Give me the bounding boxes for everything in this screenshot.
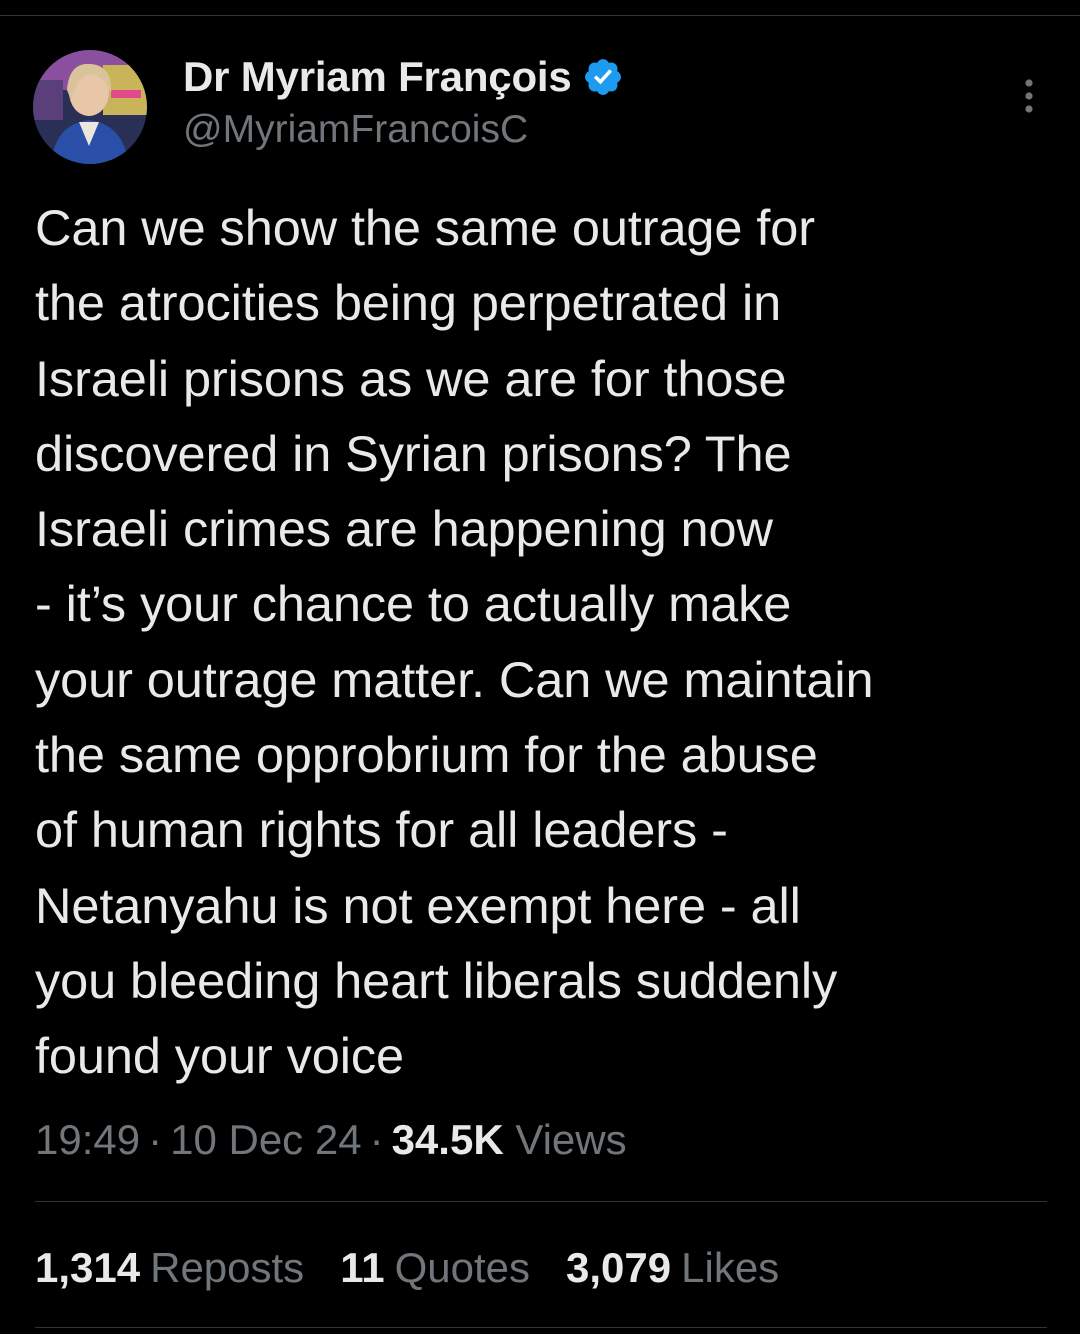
- meta-separator: ·: [369, 1116, 384, 1163]
- likes-count: 3,079: [566, 1244, 672, 1291]
- tweet-meta: 19:49 · 10 Dec 24 · 34.5K Views: [35, 1110, 627, 1170]
- more-vertical-icon[interactable]: [1024, 78, 1034, 114]
- display-name[interactable]: Dr Myriam François: [183, 53, 572, 101]
- tweet-text-line: discovered in Syrian prisons? The: [35, 424, 792, 482]
- likes-label: Likes: [681, 1244, 780, 1291]
- tweet-text: Can we show the same outrage for the atr…: [35, 190, 1045, 1094]
- tweet-text-line: you bleeding heart liberals suddenly: [35, 951, 838, 1009]
- views-label: Views: [515, 1116, 627, 1163]
- tweet-text-line: Netanyahu is not exempt here - all: [35, 876, 801, 934]
- meta-divider: [35, 1201, 1047, 1202]
- tweet-date[interactable]: 10 Dec 24: [170, 1116, 361, 1163]
- tweet-text-line: the atrocities being perpetrated in: [35, 274, 782, 332]
- quotes-label: Quotes: [394, 1244, 531, 1291]
- tweet-header: Dr Myriam François @MyriamFrancoisC: [33, 50, 1048, 170]
- tweet-text-line: Israeli prisons as we are for those: [35, 349, 787, 407]
- tweet-text-line: Israeli crimes are happening now: [35, 500, 773, 558]
- stats-divider: [35, 1327, 1047, 1328]
- tweet-text-line: - it’s your chance to actually make: [35, 575, 792, 633]
- quotes-count: 11: [340, 1244, 385, 1291]
- avatar[interactable]: [33, 50, 147, 164]
- tweet-text-line: Can we show the same outrage for: [35, 199, 815, 256]
- engagement-stats: 1,314 Reposts 11 Quotes 3,079 Likes: [35, 1236, 815, 1300]
- author-names: Dr Myriam François @MyriamFrancoisC: [183, 52, 624, 152]
- reposts-label: Reposts: [150, 1244, 305, 1291]
- tweet-text-line: your outrage matter. Can we maintain: [35, 650, 874, 708]
- quotes-stat[interactable]: 11 Quotes: [340, 1236, 530, 1300]
- tweet-text-line: of human rights for all leaders -: [35, 801, 728, 859]
- views-count: 34.5K: [391, 1116, 504, 1163]
- tweet-text-line: found your voice: [35, 1027, 404, 1085]
- author-handle[interactable]: @MyriamFrancoisC: [183, 108, 624, 152]
- top-divider: [0, 15, 1080, 16]
- tweet-text-line: the same opprobrium for the abuse: [35, 726, 818, 784]
- likes-stat[interactable]: 3,079 Likes: [566, 1236, 779, 1300]
- display-name-row: Dr Myriam François: [183, 52, 624, 102]
- verified-badge-icon[interactable]: [582, 56, 624, 98]
- avatar-image: [33, 50, 147, 164]
- meta-separator: ·: [148, 1116, 163, 1163]
- reposts-stat[interactable]: 1,314 Reposts: [35, 1236, 304, 1300]
- reposts-count: 1,314: [35, 1244, 141, 1291]
- tweet-time[interactable]: 19:49: [35, 1116, 140, 1163]
